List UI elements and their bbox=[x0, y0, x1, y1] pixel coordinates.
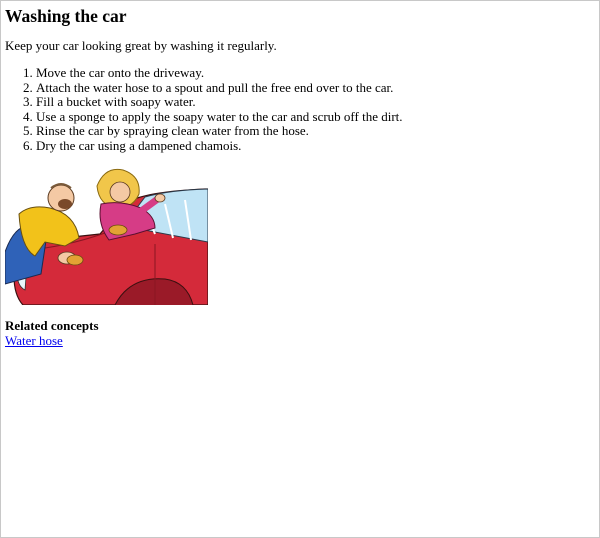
related-concepts-heading: Related concepts bbox=[5, 318, 99, 333]
step-item: Attach the water hose to a spout and pul… bbox=[36, 80, 403, 96]
car-washing-illustration bbox=[4, 164, 209, 306]
step-item: Move the car onto the driveway. bbox=[36, 65, 403, 81]
steps-list: Move the car onto the driveway. Attach t… bbox=[1, 65, 403, 154]
step-item: Fill a bucket with soapy water. bbox=[36, 95, 403, 110]
step-item: Use a sponge to apply the soapy water to… bbox=[36, 109, 403, 125]
step-item: Dry the car using a dampened chamois. bbox=[36, 138, 403, 154]
page-title: Washing the car bbox=[5, 6, 127, 26]
intro-text: Keep your car looking great by washing i… bbox=[5, 38, 277, 53]
related-link-water-hose[interactable]: Water hose bbox=[5, 333, 63, 349]
step-item: Rinse the car by spraying clean water fr… bbox=[36, 124, 403, 139]
page-frame: Washing the car Keep your car looking gr… bbox=[0, 0, 600, 538]
